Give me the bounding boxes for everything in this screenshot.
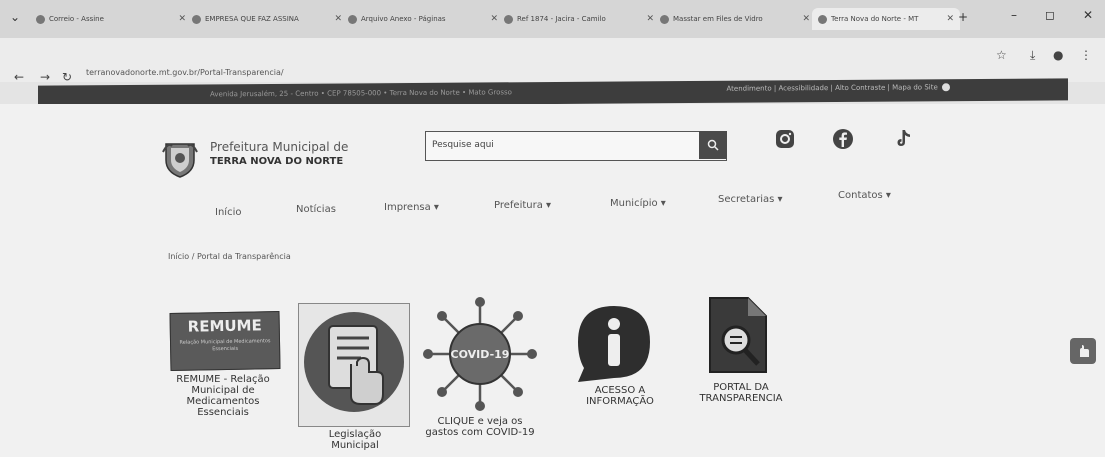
card-label-portal-transparencia[interactable]: PORTAL DA TRANSPARENCIA: [686, 382, 796, 404]
menu-item-imprensa[interactable]: Imprensa ▾: [384, 202, 439, 213]
remume-banner[interactable]: REMUME Relação Municipal de Medicamentos…: [169, 311, 281, 371]
logo-text-line1[interactable]: Prefeitura Municipal de: [210, 140, 348, 154]
accessibility-side-button[interactable]: [1070, 338, 1096, 364]
favicon-icon: [348, 14, 357, 24]
close-tab-icon[interactable]: ✕: [802, 14, 810, 24]
contrast-icon: [942, 83, 950, 92]
search-box[interactable]: Pesquise aqui: [425, 131, 727, 161]
menu-item-contatos[interactable]: Contatos ▾: [838, 190, 891, 201]
window-controls: – ◻ ✕: [1011, 8, 1093, 22]
covid-virus-icon[interactable]: COVID-19: [418, 296, 542, 412]
utility-links[interactable]: Atendimento | Acessibilidade | Alto Cont…: [727, 83, 953, 93]
close-tab-icon[interactable]: ✕: [334, 14, 342, 24]
card-label-legislacao[interactable]: Legislação Municipal: [318, 429, 392, 451]
menu-item-noticias[interactable]: Notícias: [296, 204, 336, 215]
browser-tab[interactable]: Ref 1874 - Jacira - Camilo ✕: [504, 8, 654, 30]
menu-item-prefeitura[interactable]: Prefeitura ▾: [494, 200, 551, 211]
url-text[interactable]: terranovadonorte.mt.gov.br/Portal-Transp…: [86, 68, 284, 77]
browser-tab[interactable]: EMPRESA QUE FAZ ASSINA ✕: [192, 8, 342, 30]
browser-tab[interactable]: Correio - Assine ✕: [36, 8, 186, 30]
new-tab-icon[interactable]: +: [958, 10, 968, 24]
facebook-icon[interactable]: [830, 126, 856, 152]
remume-banner-subtitle: Relação Municipal de Medicamentos Essenc…: [179, 338, 271, 353]
browser-tab-active[interactable]: Terra Nova do Norte - MT ✕: [812, 8, 960, 30]
favicon-icon: [36, 14, 45, 24]
back-icon[interactable]: ←: [14, 70, 24, 84]
more-menu-icon[interactable]: ⋮: [1080, 48, 1092, 62]
remume-banner-title: REMUME: [187, 316, 262, 336]
hand-sign-icon: [1080, 345, 1089, 357]
municipal-crest-icon: [162, 143, 198, 178]
favicon-icon: [818, 14, 827, 24]
browser-tab-bar: ⌄ Correio - Assine ✕ EMPRESA QUE FAZ ASSI…: [0, 0, 1105, 38]
search-button[interactable]: [699, 131, 727, 159]
tab-search-icon[interactable]: ⌄: [10, 10, 20, 24]
profile-avatar-icon[interactable]: ●: [1053, 48, 1063, 62]
menu-item-secretarias[interactable]: Secretarias ▾: [718, 194, 783, 205]
tiktok-icon[interactable]: [891, 126, 917, 152]
close-window-icon[interactable]: ✕: [1083, 8, 1093, 22]
bookmark-star-icon[interactable]: ☆: [996, 48, 1007, 62]
search-input[interactable]: Pesquise aqui: [432, 140, 494, 150]
card-label-remume[interactable]: REMUME - Relação Municipal de Medicament…: [168, 374, 278, 418]
browser-tab[interactable]: Arquivo Anexo - Páginas ✕: [348, 8, 498, 30]
card-label-covid[interactable]: CLIQUE e veja os gastos com COVID-19: [424, 416, 536, 438]
minimize-icon[interactable]: –: [1011, 8, 1017, 22]
favicon-icon: [660, 14, 669, 24]
forward-icon[interactable]: →: [40, 70, 50, 84]
search-icon: [707, 139, 719, 151]
instagram-icon[interactable]: [772, 126, 798, 152]
close-tab-icon[interactable]: ✕: [646, 14, 654, 24]
favicon-icon: [504, 14, 513, 24]
browser-tab[interactable]: Masstar em Files de Vidro ✕: [660, 8, 810, 30]
close-tab-icon[interactable]: ✕: [490, 14, 498, 24]
close-tab-icon[interactable]: ✕: [178, 14, 186, 24]
favicon-icon: [192, 14, 201, 24]
transparency-document-icon[interactable]: [704, 294, 772, 376]
close-tab-icon[interactable]: ✕: [946, 14, 954, 24]
breadcrumb[interactable]: Início / Portal da Transparência: [168, 252, 291, 261]
legislacao-document-icon: [304, 312, 404, 412]
maximize-icon[interactable]: ◻: [1045, 8, 1055, 22]
menu-item-inicio[interactable]: Início: [215, 207, 241, 218]
menu-item-municipio[interactable]: Município ▾: [610, 198, 666, 209]
info-icon[interactable]: [570, 302, 658, 384]
card-label-acesso-informacao[interactable]: ACESSO A INFORMAÇÃO: [560, 385, 680, 407]
reload-icon[interactable]: ↻: [62, 70, 72, 84]
address-info: Avenida Jerusalém, 25 - Centro • CEP 785…: [210, 88, 512, 99]
legislacao-card[interactable]: [298, 303, 410, 427]
covid-icon-text: COVID-19: [451, 348, 510, 361]
logo-text-line2[interactable]: TERRA NOVA DO NORTE: [210, 156, 343, 167]
download-icon[interactable]: ⤓: [1030, 48, 1035, 63]
